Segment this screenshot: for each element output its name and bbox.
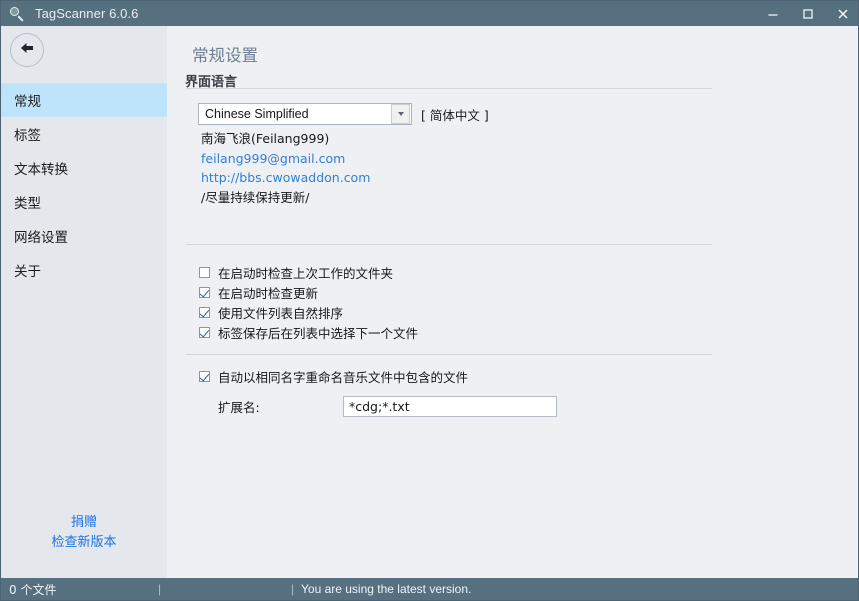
divider-3	[186, 354, 712, 355]
window-controls	[755, 1, 858, 26]
checkbox-check-last-folder[interactable]	[199, 266, 210, 278]
translator-email-link[interactable]: feilang999@gmail.com	[201, 149, 370, 169]
sidebar-item-label: 常规	[14, 94, 41, 110]
checkbox-row-select-next-file[interactable]: 标签保存后在列表中选择下一个文件	[199, 322, 418, 342]
title-bar: TagScanner 6.0.6	[1, 1, 858, 26]
sidebar-nav: 常规 标签 文本转换 类型 网络设置 关于	[1, 83, 167, 287]
divider-1	[186, 88, 712, 89]
checkbox-label: 在启动时检查上次工作的文件夹	[218, 265, 394, 281]
checkbox-label: 在启动时检查更新	[218, 285, 319, 301]
checkbox-natural-sort[interactable]	[199, 306, 210, 318]
sidebar-item-formats[interactable]: 类型	[1, 185, 167, 219]
checkbox-auto-rename[interactable]	[199, 370, 210, 382]
back-button[interactable]	[10, 33, 44, 67]
settings-panel: 常规设置 界面语言 Chinese Simplified [ 简体中文 ] 南海…	[167, 26, 858, 580]
checkbox-row-check-updates[interactable]: 在启动时检查更新	[199, 282, 418, 302]
status-version-message: You are using the latest version.	[301, 582, 472, 596]
auto-rename-group: 自动以相同名字重命名音乐文件中包含的文件 扩展名: *cdg;*.txt	[199, 366, 557, 417]
translator-website-link[interactable]: http://bbs.cwowaddon.com	[201, 168, 370, 188]
language-select[interactable]: Chinese Simplified	[198, 103, 412, 125]
tagscanner-window: TagScanner 6.0.6 常规 标签 文本转换 类型 网络设置 关于 捐…	[0, 0, 859, 601]
maximize-button[interactable]	[790, 1, 825, 26]
sidebar-item-general[interactable]: 常规	[1, 83, 167, 117]
page-title: 常规设置	[192, 46, 258, 65]
checkbox-row-check-last-folder[interactable]: 在启动时检查上次工作的文件夹	[199, 262, 418, 282]
checkbox-row-auto-rename[interactable]: 自动以相同名字重命名音乐文件中包含的文件	[199, 366, 557, 386]
checkbox-label: 使用文件列表自然排序	[218, 305, 344, 321]
back-arrow-icon	[18, 40, 37, 61]
sidebar-item-network[interactable]: 网络设置	[1, 219, 167, 253]
language-select-value: Chinese Simplified	[205, 107, 309, 121]
extensions-label: 扩展名:	[218, 400, 260, 415]
sidebar-item-about[interactable]: 关于	[1, 253, 167, 287]
close-button[interactable]	[825, 1, 858, 26]
status-file-count: 0 个文件	[9, 582, 57, 597]
checkbox-select-next-file[interactable]	[199, 326, 210, 338]
checkbox-row-natural-sort[interactable]: 使用文件列表自然排序	[199, 302, 418, 322]
status-separator-1: |	[158, 582, 162, 596]
translator-name: 南海飞浪(Feilang999)	[201, 131, 330, 146]
checkbox-label: 自动以相同名字重命名音乐文件中包含的文件	[218, 369, 469, 385]
sidebar-item-label: 标签	[14, 128, 41, 144]
sidebar-item-label: 网络设置	[14, 230, 68, 246]
status-separator-2: |	[291, 582, 295, 596]
divider-2	[186, 244, 712, 245]
window-title: TagScanner 6.0.6	[35, 6, 139, 21]
checkbox-check-updates[interactable]	[199, 286, 210, 298]
translator-note: /尽量持续保持更新/	[201, 189, 310, 205]
sidebar-item-label: 关于	[14, 264, 41, 280]
checkbox-label: 标签保存后在列表中选择下一个文件	[218, 325, 419, 341]
sidebar-links: 捐赠 检查新版本	[1, 513, 167, 553]
magnifier-icon	[6, 3, 28, 25]
status-bar: 0 个文件 | | You are using the latest versi…	[1, 578, 858, 600]
startup-options-group: 在启动时检查上次工作的文件夹 在启动时检查更新 使用文件列表自然排序 标签保存后…	[199, 262, 418, 342]
language-native-label: [ 简体中文 ]	[421, 108, 489, 123]
minimize-button[interactable]	[755, 1, 790, 26]
extensions-row: 扩展名: *cdg;*.txt	[199, 396, 557, 417]
sidebar-item-label: 类型	[14, 196, 41, 212]
sidebar: 常规 标签 文本转换 类型 网络设置 关于 捐赠 检查新版本	[1, 26, 167, 580]
donate-link[interactable]: 捐赠	[1, 513, 167, 533]
sidebar-item-tags[interactable]: 标签	[1, 117, 167, 151]
check-for-updates-link[interactable]: 检查新版本	[1, 533, 167, 553]
sidebar-item-label: 文本转换	[14, 162, 68, 178]
chevron-down-icon[interactable]	[391, 104, 410, 124]
extensions-input[interactable]: *cdg;*.txt	[343, 396, 557, 417]
translator-credits: 南海飞浪(Feilang999) feilang999@gmail.com ht…	[201, 129, 370, 207]
sidebar-item-text-conversion[interactable]: 文本转换	[1, 151, 167, 185]
